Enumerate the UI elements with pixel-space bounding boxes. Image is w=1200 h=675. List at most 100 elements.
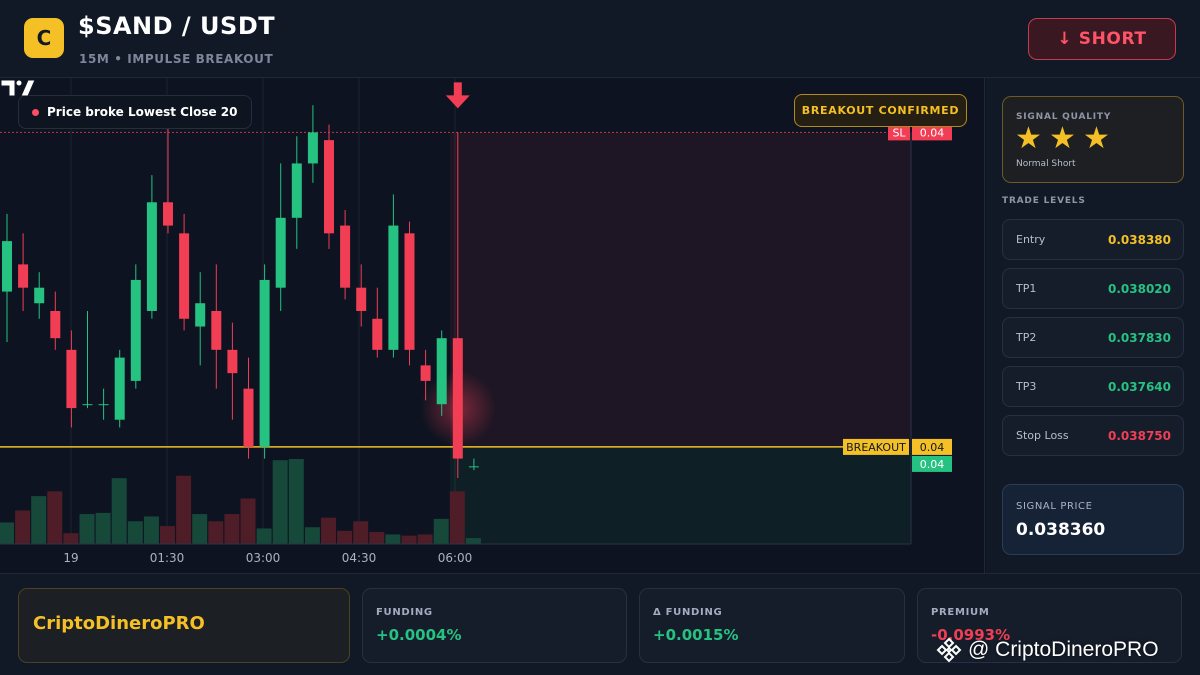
candle-body [356, 287, 367, 311]
candle-body [291, 163, 302, 218]
volume-bar [353, 521, 369, 544]
entry-value-tag: 0.04 [920, 458, 945, 471]
breakout-value-tag: 0.04 [920, 441, 945, 454]
candle-body [468, 466, 479, 468]
time-tick-label: 04:30 [342, 551, 377, 565]
candle-body [2, 241, 12, 292]
signal-price-card: SIGNAL PRICE 0.038360 [1002, 484, 1184, 555]
level-value: 0.037640 [1107, 380, 1171, 394]
signal-quality-card: SIGNAL QUALITY ★ ★ ★ Normal Short [1002, 96, 1184, 183]
candle-body [243, 388, 254, 447]
time-tick-label: 06:00 [438, 551, 473, 565]
volume-bar [288, 459, 304, 544]
volume-bar [176, 475, 192, 544]
volume-bar [369, 532, 385, 544]
candle-body [66, 349, 77, 409]
level-row-entry: Entry 0.038380 [1002, 219, 1184, 260]
binance-logo-icon [936, 637, 962, 663]
candlestick-chart[interactable]: SHORT SL 0.04 BREAKOUT 0.04 0.04 19 01:30 03:00 0… [0, 78, 985, 573]
level-value: 0.038020 [1107, 282, 1171, 296]
header: C $SAND / USDT 15M • IMPULSE BREAKOUT ↓ … [0, 0, 1200, 78]
watermark: @ CriptoDineroPRO [936, 637, 1159, 663]
level-label: TP1 [1016, 282, 1037, 295]
candle-body [404, 233, 415, 350]
funding-card: FUNDING +0.0004% [362, 588, 627, 663]
signal-quality-label: Normal Short [1016, 159, 1076, 169]
candle-body [146, 202, 157, 311]
stat-label: PREMIUM [931, 607, 990, 618]
brand-card: CriptoDineroPRO [18, 588, 350, 663]
breakout-confirmed-badge: BREAKOUT CONFIRMED [794, 94, 967, 127]
candle-body [114, 357, 125, 420]
volume-bar [465, 538, 481, 544]
delta-funding-card: Δ FUNDING +0.0015% [639, 588, 905, 663]
breakout-tag: BREAKOUT [846, 441, 906, 454]
pair-title: $SAND / USDT [78, 12, 276, 40]
candle-body [324, 140, 334, 234]
candle-body [18, 264, 29, 288]
candle-body [436, 338, 447, 405]
volume-bar [272, 460, 288, 544]
volume-bar [0, 522, 14, 544]
pair-subtitle: 15M • IMPULSE BREAKOUT [79, 52, 274, 66]
volume-bar [79, 514, 95, 544]
time-tick-label: 01:30 [150, 551, 185, 565]
volume-bar [433, 518, 449, 544]
brand-name: CriptoDineroPRO [33, 613, 205, 634]
reward-zone [450, 446, 911, 544]
stat-label: Δ FUNDING [653, 607, 723, 618]
volume-bar [240, 498, 256, 544]
stat-value: +0.0015% [653, 626, 739, 644]
signal-price-title: SIGNAL PRICE [1016, 501, 1093, 512]
candle-body [388, 225, 399, 350]
level-label: TP2 [1016, 331, 1037, 344]
candle-body [275, 217, 286, 288]
short-marker-label: SHORT [439, 78, 477, 79]
candle-body [372, 318, 383, 350]
star-icon: ★ [1083, 121, 1110, 156]
signal-sidebar: SIGNAL QUALITY ★ ★ ★ Normal Short TRADE … [986, 78, 1200, 573]
alert-dot-icon [32, 109, 39, 116]
candle-body [50, 311, 61, 339]
tradingview-logo-icon[interactable] [0, 78, 36, 98]
trade-levels-title: TRADE LEVELS [1002, 196, 1086, 206]
candle-body [82, 404, 93, 406]
volume-bar [417, 534, 433, 544]
level-value: 0.038380 [1107, 233, 1171, 247]
level-value: 0.037830 [1107, 331, 1171, 345]
level-label: TP3 [1016, 380, 1037, 393]
volume-bar [31, 496, 47, 544]
candle-body [340, 225, 351, 288]
candle-body [259, 279, 270, 447]
rating-stars: ★ ★ ★ [1015, 124, 1113, 154]
short-arrow-icon [445, 95, 470, 109]
volume-bar [385, 534, 401, 544]
star-icon: ★ [1049, 121, 1076, 156]
watermark-text: @ CriptoDineroPRO [968, 638, 1159, 661]
short-button[interactable]: ↓ SHORT [1028, 18, 1176, 60]
stat-label: FUNDING [376, 607, 433, 618]
chart-panel[interactable]: SHORT SL 0.04 BREAKOUT 0.04 0.04 19 01:30 03:00 0… [0, 78, 985, 573]
level-label: Entry [1016, 233, 1046, 246]
candle-body [163, 202, 173, 226]
volume-bar [304, 527, 320, 544]
level-row-tp3: TP3 0.037640 [1002, 366, 1184, 407]
level-row-stop-loss: Stop Loss 0.038750 [1002, 415, 1184, 456]
event-pill: Price broke Lowest Close 20 [18, 95, 253, 129]
level-value: 0.038750 [1107, 429, 1171, 443]
volume-bar [63, 533, 79, 544]
level-row-tp1: TP1 0.038020 [1002, 268, 1184, 309]
level-row-tp2: TP2 0.037830 [1002, 317, 1184, 358]
short-arrow-icon [453, 82, 462, 97]
sl-tag: SL [892, 126, 906, 139]
volume-bar [95, 512, 111, 544]
level-label: Stop Loss [1016, 429, 1069, 442]
volume-bar [111, 478, 127, 544]
volume-bar [256, 528, 272, 544]
candle-body [195, 303, 206, 327]
volume-bar [337, 530, 353, 544]
signal-price-value: 0.038360 [1016, 520, 1106, 540]
candle-body [179, 233, 190, 319]
candle-body [420, 365, 431, 381]
candle-body [130, 279, 141, 381]
